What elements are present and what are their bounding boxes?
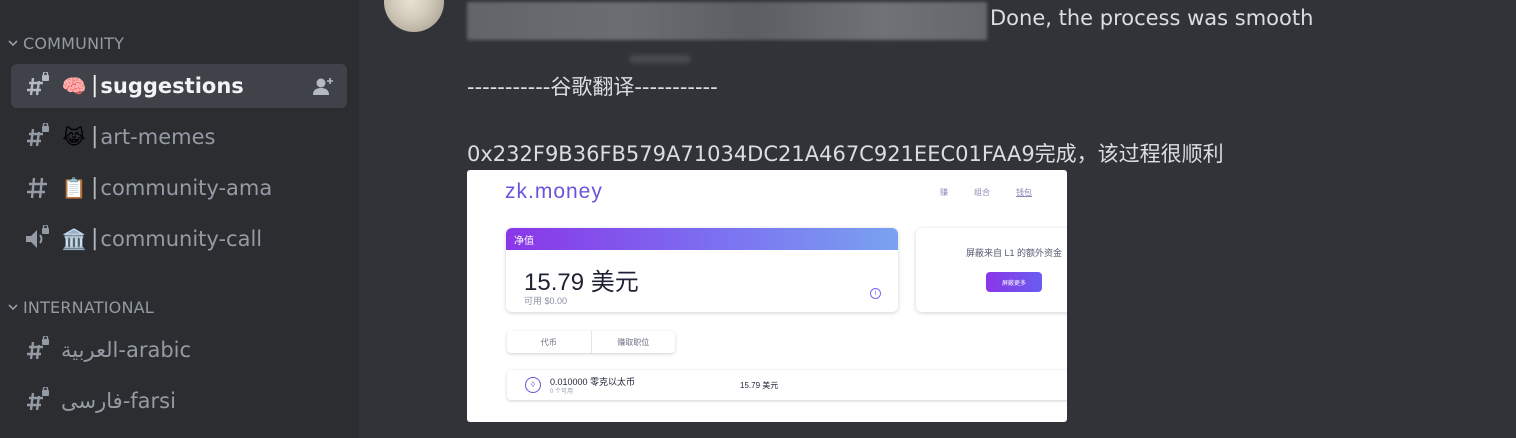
invite-member-icon[interactable]	[311, 75, 335, 97]
category-international[interactable]: INTERNATIONAL	[6, 296, 154, 318]
message-text: Done, the process was smooth	[990, 6, 1314, 30]
asset-tabs: 代币 赚取职位	[507, 331, 675, 353]
channel-name: community-ama	[100, 176, 273, 200]
speaker-locked-icon	[26, 225, 49, 248]
channel-name: العربية-arabic	[61, 338, 192, 362]
channel-sidebar: COMMUNITY 🧠 | suggestions 😹 | art-memes	[0, 0, 359, 438]
hashtag-locked-icon	[27, 123, 49, 147]
category-label: COMMUNITY	[23, 33, 125, 53]
info-icon: i	[870, 288, 881, 299]
channel-emoji: 🏛️	[61, 227, 87, 251]
category-label: INTERNATIONAL	[23, 297, 154, 317]
user-avatar[interactable]	[384, 0, 444, 32]
available-balance: 可用 $0.00	[524, 296, 568, 306]
shield-more-button: 屏蔽更多	[986, 272, 1042, 292]
shield-card: 屏蔽来自 L1 的额外资金 屏蔽更多	[916, 228, 1067, 312]
chevron-down-icon	[8, 304, 18, 311]
channel-separator: |	[91, 226, 99, 251]
channel-farsi[interactable]: فارسی-farsi	[11, 379, 347, 423]
redacted-text	[630, 55, 690, 63]
asset-available: 0 个可用	[550, 389, 574, 395]
channel-name: فارسی-farsi	[61, 389, 176, 413]
hashtag-locked-icon	[27, 387, 49, 411]
channel-community-ama[interactable]: 📋 | community-ama	[11, 166, 347, 210]
image-attachment[interactable]: zk.money 赚 组合 钱包 净值 15.79 美元 可用 $0.00 i …	[467, 170, 1067, 422]
channel-emoji: 📋	[61, 176, 87, 200]
channel-separator: |	[91, 124, 99, 149]
redacted-text	[467, 2, 987, 40]
tab-earn-positions: 赚取职位	[590, 331, 676, 353]
asset-value: 15.79 美元	[740, 381, 779, 390]
channel-community-call[interactable]: 🏛️ | community-call	[11, 217, 347, 261]
chevron-down-icon	[8, 40, 18, 47]
channel-suggestions[interactable]: 🧠 | suggestions	[11, 64, 347, 108]
zk-money-logo: zk.money	[505, 180, 603, 203]
category-community[interactable]: COMMUNITY	[6, 32, 124, 54]
channel-name: art-memes	[100, 125, 216, 149]
nav-portfolio: 组合	[974, 188, 990, 197]
hashtag-locked-icon	[27, 336, 49, 360]
channel-emoji: 😹	[62, 125, 86, 149]
hashtag-icon	[27, 177, 47, 199]
eth-icon: ◊	[525, 377, 541, 393]
net-worth-card: 净值 15.79 美元 可用 $0.00 i	[506, 228, 898, 312]
message-text: -----------谷歌翻译-----------	[467, 75, 718, 99]
hashtag-locked-icon	[27, 72, 49, 96]
shield-text: 屏蔽来自 L1 的额外资金	[966, 248, 1063, 258]
message-text: 0x232F9B36FB579A71034DC21A467C921EEC01FA…	[467, 142, 1224, 166]
channel-separator: |	[91, 175, 99, 200]
nav-earn: 赚	[940, 188, 948, 197]
channel-name: community-call	[100, 227, 263, 251]
channel-emoji: 🧠	[61, 74, 87, 98]
channel-separator: |	[91, 73, 99, 98]
channel-arabic[interactable]: العربية-arabic	[11, 328, 347, 372]
tab-tokens: 代币	[540, 337, 557, 347]
nav-wallet: 钱包	[1016, 188, 1032, 197]
net-worth-amount: 15.79 美元	[524, 269, 639, 296]
channel-art-memes[interactable]: 😹 | art-memes	[11, 115, 347, 159]
net-worth-label: 净值	[506, 228, 898, 250]
asset-row: ◊ 0.010000 零克以太币 0 个可用 15.79 美元	[507, 370, 1067, 400]
channel-name: suggestions	[100, 74, 244, 98]
